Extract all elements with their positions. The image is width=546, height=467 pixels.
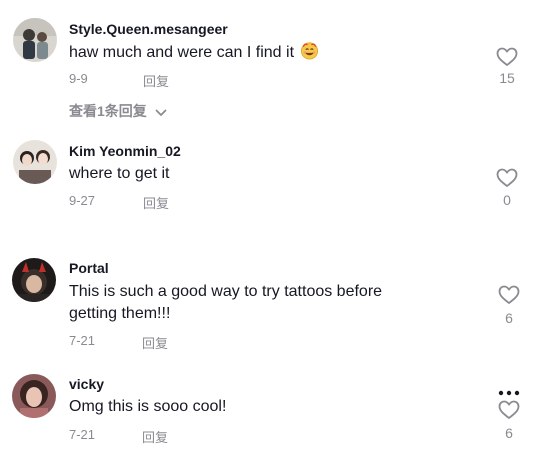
like-button[interactable] xyxy=(498,285,520,305)
comment-item: vicky Omg this is sooo cool! 7-21 回复 6 xyxy=(0,365,546,465)
chevron-down-icon xyxy=(155,104,167,120)
avatar[interactable] xyxy=(13,18,57,62)
smiling-face-emoji-icon xyxy=(300,41,319,67)
reply-button[interactable]: 回复 xyxy=(142,333,168,352)
like-button[interactable] xyxy=(496,168,518,188)
like-count: 0 xyxy=(503,192,511,208)
comment-username[interactable]: Kim Yeonmin_02 xyxy=(69,143,181,159)
reply-button[interactable]: 回复 xyxy=(142,427,168,446)
comment-date: 9-9 xyxy=(69,71,88,86)
comment-text: This is such a good way to try tattoos b… xyxy=(69,281,382,325)
comment-item: Portal This is such a good way to try ta… xyxy=(0,250,546,355)
avatar[interactable] xyxy=(12,258,56,302)
comment-username[interactable]: Portal xyxy=(69,260,109,276)
comment-item: Style.Queen.mesangeer haw much and were … xyxy=(0,0,546,125)
like-count: 6 xyxy=(505,425,513,441)
avatar[interactable] xyxy=(12,374,56,418)
like-count: 6 xyxy=(505,310,513,326)
comment-text-content: haw much and were can I find it xyxy=(69,44,295,61)
reply-button[interactable]: 回复 xyxy=(143,193,169,212)
comment-username[interactable]: vicky xyxy=(69,376,104,392)
heart-outline-icon xyxy=(496,47,518,66)
like-button[interactable] xyxy=(498,400,520,420)
more-options-button[interactable] xyxy=(497,384,521,396)
view-replies-label: 查看1条回复 xyxy=(69,103,147,119)
comment-text: Omg this is sooo cool! xyxy=(69,398,227,415)
comment-item: Kim Yeonmin_02 where to get it 9-27 回复 0 xyxy=(0,130,546,230)
view-replies-button[interactable]: 查看1条回复 xyxy=(69,101,167,121)
reply-button[interactable]: 回复 xyxy=(143,71,169,90)
comment-date: 7-21 xyxy=(69,427,96,442)
comment-text: where to get it xyxy=(69,165,170,182)
heart-outline-icon xyxy=(498,285,520,304)
like-button[interactable] xyxy=(496,47,518,67)
more-dots-icon xyxy=(498,390,520,396)
heart-outline-icon xyxy=(498,400,520,419)
like-count: 15 xyxy=(499,70,515,86)
comment-username[interactable]: Style.Queen.mesangeer xyxy=(69,21,228,37)
comment-text: haw much and were can I find it xyxy=(69,41,319,67)
comment-date: 9-27 xyxy=(69,193,96,208)
avatar[interactable] xyxy=(13,140,57,184)
heart-outline-icon xyxy=(496,168,518,187)
comment-text-line: getting them!!! xyxy=(69,305,171,322)
comment-text-line: This is such a good way to try tattoos b… xyxy=(69,283,383,300)
comment-date: 7-21 xyxy=(69,333,96,348)
